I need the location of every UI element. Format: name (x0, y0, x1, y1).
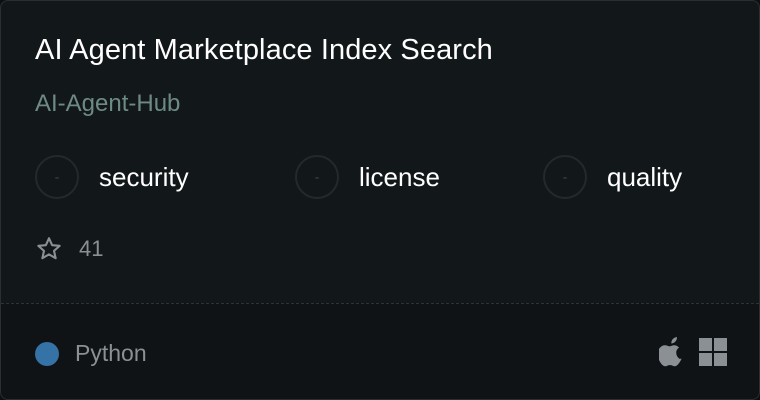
apple-icon (659, 337, 682, 367)
repo-owner[interactable]: AI-Agent-Hub (35, 90, 180, 118)
metric-quality: - quality (543, 155, 682, 199)
star-outline-icon (37, 237, 61, 260)
metric-security: - security (35, 155, 189, 199)
license-score-badge: - (295, 155, 339, 199)
windows-icon (699, 338, 727, 366)
security-label: security (99, 161, 189, 192)
metric-license: - license (295, 155, 440, 199)
security-score-badge: - (35, 155, 79, 199)
language-indicator: Python (35, 340, 147, 367)
repo-card[interactable]: AI Agent Marketplace Index Search AI-Age… (0, 0, 760, 400)
language-color-dot (35, 341, 59, 366)
language-name: Python (75, 340, 147, 366)
card-footer: Python (1, 303, 759, 399)
quality-score-badge: - (543, 155, 587, 199)
quality-label: quality (607, 161, 683, 192)
license-label: license (359, 161, 440, 192)
star-count-value: 41 (79, 236, 104, 261)
platform-list (659, 337, 727, 367)
star-count[interactable]: 41 (35, 235, 103, 263)
repo-title[interactable]: AI Agent Marketplace Index Search (35, 34, 493, 67)
